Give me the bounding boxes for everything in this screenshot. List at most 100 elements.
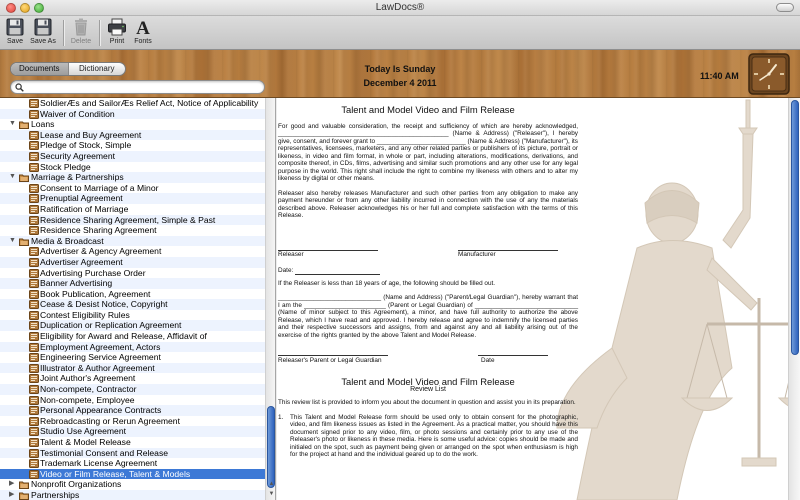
review-item: 1. This Talent and Model Release form sh… [278, 414, 578, 459]
disclosure-expanded-icon[interactable]: ▼ [9, 172, 16, 183]
sidebar-document[interactable]: Engineering Service Agreement [0, 352, 265, 363]
date-label: Date: [278, 267, 294, 274]
sidebar-document[interactable]: Stock Pledge [0, 162, 265, 173]
sidebar-document[interactable]: Ratification of Marriage [0, 204, 265, 215]
floppy-disk-icon [6, 18, 24, 36]
document-icon [29, 406, 39, 416]
sidebar-item-label: Waiver of Condition [40, 108, 115, 119]
review-item-number: 1. [278, 413, 284, 421]
sidebar-document[interactable]: Pledge of Stock, Simple [0, 140, 265, 151]
sidebar-document[interactable]: Advertising Purchase Order [0, 268, 265, 279]
date-line: Date: [278, 259, 578, 275]
document-icon [29, 374, 39, 384]
document-text[interactable]: Talent and Model Video and Film Release … [278, 105, 578, 459]
sidebar-folder[interactable]: ▶ Partnerships [0, 489, 265, 500]
save-button[interactable]: Save [0, 17, 30, 49]
sidebar-folder[interactable]: ▼ Marriage & Partnerships [0, 172, 265, 183]
sidebar-document[interactable]: Non-compete, Contractor [0, 384, 265, 395]
document-view[interactable]: Talent and Model Video and Film Release … [277, 98, 800, 500]
sidebar-item-label: Talent & Model Release [40, 437, 131, 447]
sidebar-document[interactable]: Advertiser Agreement [0, 256, 265, 268]
sidebar-item-label: Rebroadcasting or Rerun Agreement [40, 415, 180, 426]
sidebar-item-label: Duplication or Replication Agreement [40, 320, 182, 331]
sidebar-document[interactable]: Residence Sharing Agreement, Simple & Pa… [0, 214, 265, 226]
date2-label: Date [481, 356, 495, 364]
document-icon [29, 363, 39, 373]
sidebar-document[interactable]: Waiver of Condition [0, 108, 265, 120]
fonts-button[interactable]: A Fonts [128, 17, 158, 49]
sidebar-document[interactable]: Advertiser & Agency Agreement [0, 246, 265, 257]
floppy-disk-icon [34, 18, 52, 36]
sidebar-document[interactable]: Cease & Desist Notice, Copyright [0, 299, 265, 310]
sidebar-document[interactable]: Trademark License Agreement [0, 458, 265, 469]
sidebar-document[interactable]: Studio Use Agreement [0, 426, 265, 437]
printer-icon [108, 18, 126, 36]
search-input[interactable] [25, 82, 261, 93]
sidebar-document[interactable]: Eligibility for Award and Release, Affid… [0, 331, 265, 342]
document-icon [29, 109, 39, 119]
sidebar-document[interactable]: Employment Agreement, Actors [0, 341, 265, 353]
document-icon [29, 141, 39, 151]
delete-button[interactable]: Delete [66, 17, 96, 49]
review-intro: This review list is provided to inform y… [278, 399, 576, 406]
disclosure-expanded-icon[interactable]: ▼ [9, 119, 16, 130]
sidebar-document[interactable]: Residence Sharing Agreement [0, 225, 265, 236]
sidebar-item-label: Partnerships [31, 489, 80, 500]
sidebar-folder[interactable]: ▼ Media & Broadcast [0, 235, 265, 247]
scroll-up-arrow[interactable]: ▲ [266, 480, 275, 489]
document-icon [29, 321, 39, 331]
disclosure-collapsed-icon[interactable]: ▶ [9, 490, 14, 500]
sidebar-document[interactable]: Talent & Model Release [0, 437, 265, 448]
sidebar-scroll-thumb[interactable] [267, 406, 275, 488]
sidebar-document[interactable]: Illustrator & Author Agreement [0, 362, 265, 374]
document-scroll-thumb[interactable] [791, 100, 799, 355]
sidebar-item-label: Employment Agreement, Actors [40, 341, 161, 352]
disclosure-expanded-icon[interactable]: ▼ [9, 236, 16, 247]
sidebar-document[interactable]: Lease and Buy Agreement [0, 129, 265, 141]
sidebar-item-label: Non-compete, Employee [40, 394, 135, 405]
document-icon [29, 300, 39, 310]
sidebar-item-label: Consent to Marriage of a Minor [40, 182, 159, 193]
sidebar-scrollbar[interactable]: ▲ ▼ [265, 98, 275, 500]
date-display: Today Is Sunday December 4 2011 [320, 62, 480, 90]
sidebar-item-label: Engineering Service Agreement [40, 352, 161, 363]
document-paragraph: For good and valuable consideration, the… [278, 122, 578, 183]
document-icon [29, 162, 39, 172]
save-as-label: Save As [30, 38, 56, 45]
sidebar-document[interactable]: Non-compete, Employee [0, 395, 265, 406]
sidebar-document[interactable]: Rebroadcasting or Rerun Agreement [0, 416, 265, 427]
sidebar-document[interactable]: Video or Film Release, Talent & Models [0, 468, 265, 480]
scroll-down-arrow[interactable]: ▼ [266, 490, 275, 499]
sidebar-document[interactable]: Prenuptial Agreement [0, 193, 265, 204]
toolbar-toggle-button[interactable] [776, 3, 794, 12]
sidebar-item-label: Prenuptial Agreement [40, 193, 123, 204]
releaser-label: Releaser [278, 251, 304, 258]
search-field[interactable] [10, 80, 265, 94]
document-tree: SoldierÆs and SailorÆs Relief Act, Notic… [0, 98, 265, 500]
sidebar-document[interactable]: Banner Advertising [0, 278, 265, 289]
folder-icon [19, 492, 29, 500]
sidebar-folder[interactable]: ▼ Loans [0, 119, 265, 130]
save-as-button[interactable]: Save As [28, 17, 58, 49]
search-icon [15, 83, 24, 92]
sidebar-document[interactable]: Duplication or Replication Agreement [0, 320, 265, 332]
sidebar-document[interactable]: Testimonial Consent and Release [0, 447, 265, 459]
sidebar-document[interactable]: Personal Appearance Contracts [0, 405, 265, 416]
font-letter-icon: A [136, 18, 150, 37]
sidebar-document[interactable]: Book Publication, Agreement [0, 289, 265, 300]
sidebar-item-label: Marriage & Partnerships [31, 172, 124, 183]
sidebar-document[interactable]: Security Agreement [0, 150, 265, 162]
sidebar-folder[interactable]: ▶ Nonprofit Organizations [0, 479, 265, 490]
document-scrollbar[interactable] [788, 98, 800, 500]
document-icon [29, 247, 39, 257]
disclosure-collapsed-icon[interactable]: ▶ [9, 479, 14, 490]
sidebar-document[interactable]: Contest Eligibility Rules [0, 310, 265, 321]
sidebar-document[interactable]: Consent to Marriage of a Minor [0, 183, 265, 194]
minor-note: If the Releaser is less than 18 years of… [278, 279, 496, 287]
sidebar-item-label: Video or Film Release, Talent & Models [40, 468, 191, 479]
sidebar-document[interactable]: Joint Author's Agreement [0, 373, 265, 384]
sidebar-item-label: Lease and Buy Agreement [40, 129, 142, 140]
sidebar-document[interactable]: SoldierÆs and SailorÆs Relief Act, Notic… [0, 98, 265, 109]
segment-dictionary[interactable]: Dictionary [67, 63, 126, 75]
segment-documents[interactable]: Documents [11, 63, 68, 75]
